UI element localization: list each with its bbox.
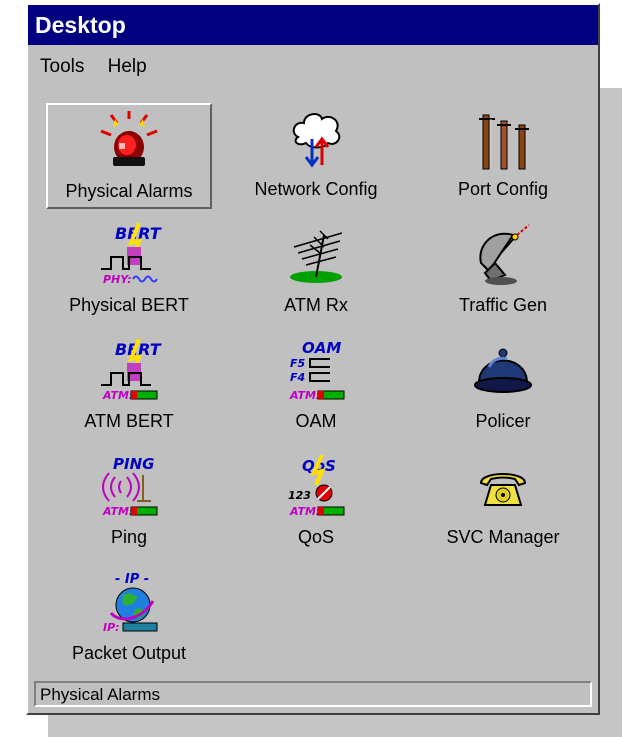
tile-svc-manager[interactable]: SVC Manager <box>420 451 586 557</box>
f5-badge: F5 <box>290 357 306 370</box>
satellite-dish-icon <box>479 224 530 285</box>
tile-label: Traffic Gen <box>458 295 548 315</box>
oam-badge: OAM <box>302 339 341 357</box>
globe-ip-icon: - IP - IP: <box>103 572 158 634</box>
window-title: Desktop <box>35 12 126 38</box>
police-helmet-icon <box>474 348 532 393</box>
siren-icon <box>100 111 158 166</box>
menu-tools[interactable]: Tools <box>34 47 90 87</box>
f4-badge: F4 <box>290 371 305 384</box>
tile-packet-output[interactable]: - IP - IP: Packet Output <box>46 567 212 673</box>
tile-qos[interactable]: QoS 123 ATM: QoS <box>233 451 399 557</box>
tile-label: Port Config <box>457 179 549 199</box>
status-text: Physical Alarms <box>40 685 160 704</box>
tile-physical-alarms[interactable]: Physical Alarms <box>46 103 212 209</box>
phy-badge: PHY: <box>103 273 132 286</box>
tile-label: Network Config <box>254 179 378 199</box>
atm-badge: ATM: <box>289 505 320 518</box>
tile-traffic-gen[interactable]: Traffic Gen <box>420 219 586 325</box>
tile-atm-bert[interactable]: BERT ATM: ATM BERT <box>46 335 212 441</box>
tile-label: Physical Alarms <box>65 181 193 201</box>
telephone-icon <box>479 473 527 506</box>
ip-badge: - IP - <box>115 572 149 587</box>
menu-bar: Tools Help <box>28 47 598 87</box>
tile-atm-rx[interactable]: ATM Rx <box>233 219 399 325</box>
tile-network-config[interactable]: Network Config <box>233 103 399 209</box>
menu-help[interactable]: Help <box>102 47 153 87</box>
ping-badge: PING <box>113 455 154 473</box>
tile-label: Packet Output <box>71 643 187 663</box>
title-bar: Desktop <box>28 5 598 45</box>
tile-label: ATM BERT <box>84 411 174 431</box>
atm-badge: ATM: <box>289 389 320 402</box>
ports-icon <box>479 114 529 170</box>
tile-port-config[interactable]: Port Config <box>420 103 586 209</box>
bert-icon: BERT ATM: <box>101 339 162 402</box>
tile-oam[interactable]: OAM F5 F4 ATM: OAM <box>233 335 399 441</box>
network-cloud-icon <box>292 113 341 168</box>
tile-physical-bert[interactable]: BERT PHY: Physical BERT <box>46 219 212 325</box>
tile-label: QoS <box>297 527 335 547</box>
bert-icon: BERT PHY: <box>101 223 162 286</box>
qos-icon: QoS 123 ATM: <box>288 455 345 518</box>
tile-label: Ping <box>110 527 148 547</box>
ping-icon: PING ATM: <box>102 455 158 518</box>
tile-label: Policer <box>475 411 531 431</box>
atm-badge: ATM: <box>102 505 133 518</box>
qos-number: 123 <box>288 489 311 502</box>
tile-label: Physical BERT <box>69 295 189 315</box>
tile-label: ATM Rx <box>284 295 348 315</box>
tile-label: OAM <box>295 411 337 431</box>
tile-ping[interactable]: PING ATM: Ping <box>46 451 212 557</box>
ip-label-badge: IP: <box>103 621 120 634</box>
desktop-window: Desktop Tools Help Physical Alarms Netwo… <box>26 3 600 715</box>
antenna-icon <box>290 230 343 283</box>
status-bar: Physical Alarms <box>34 681 592 707</box>
tile-label: SVC Manager <box>446 527 560 547</box>
tile-policer[interactable]: Policer <box>420 335 586 441</box>
oam-icon: OAM F5 F4 ATM: <box>289 339 345 402</box>
atm-badge: ATM: <box>102 389 133 402</box>
